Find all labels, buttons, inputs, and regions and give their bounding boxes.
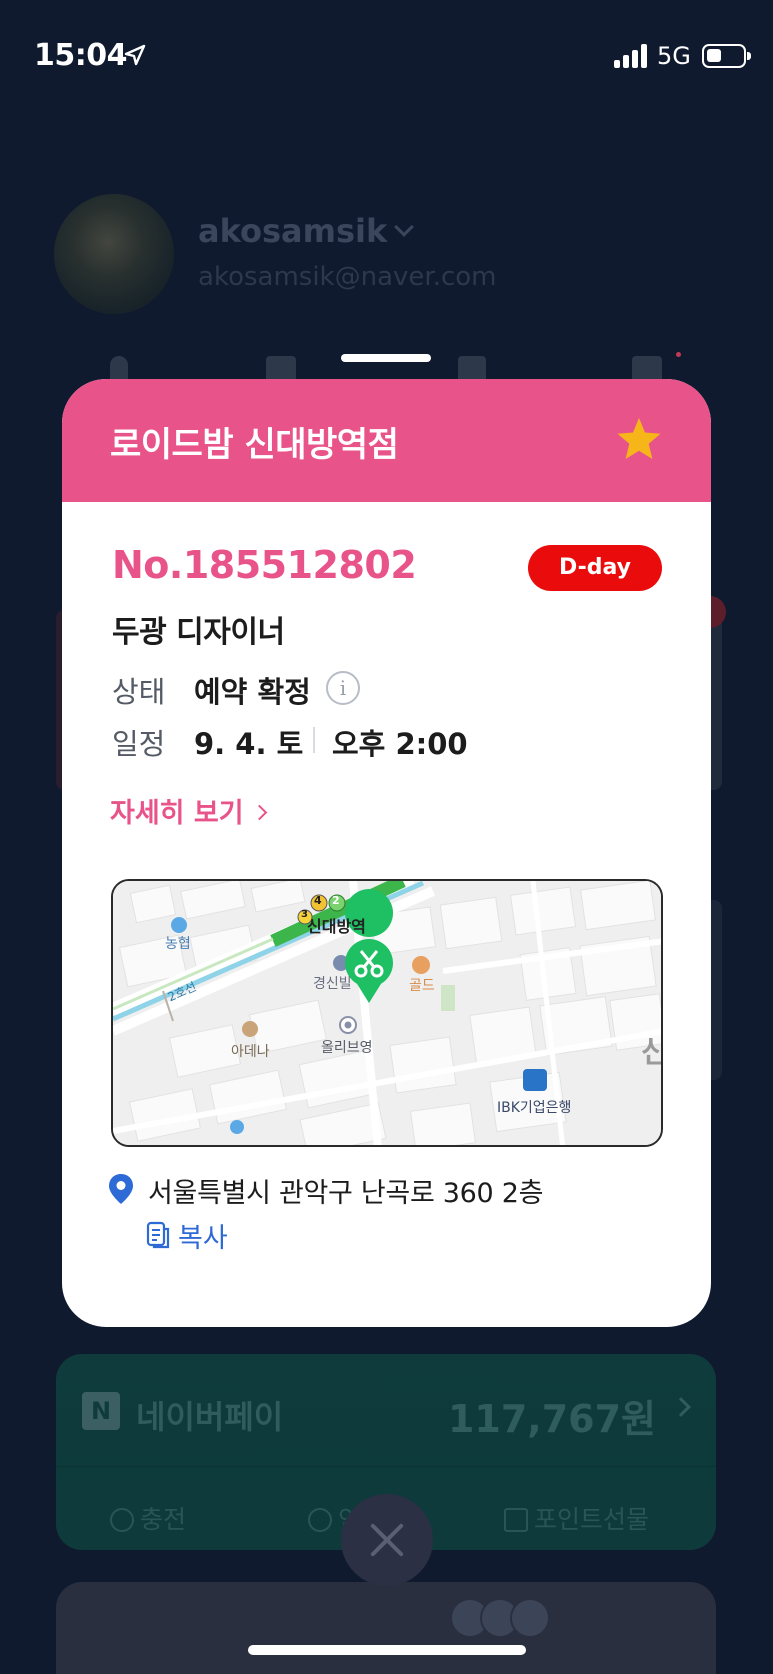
- schedule-time: 오후 2:00: [332, 727, 468, 761]
- divider: [56, 1466, 716, 1467]
- gift-icon: [504, 1508, 528, 1532]
- copy-icon: [146, 1221, 170, 1249]
- sheet-drag-handle[interactable]: [341, 354, 431, 362]
- shop-address: 서울특별시 관악구 난곡로 360 2층: [148, 1178, 544, 1209]
- map-label-adena: 아데나: [231, 1044, 270, 1060]
- copy-address-button[interactable]: 복사: [146, 1215, 228, 1255]
- order-number: No.185512802: [112, 543, 417, 587]
- close-button[interactable]: [341, 1494, 433, 1586]
- map-label-ibk: IBK기업은행: [497, 1100, 572, 1116]
- booking-card-header: 로이드밤 신대방역점: [62, 379, 711, 502]
- map-canvas: [113, 881, 661, 1145]
- star-icon[interactable]: [615, 415, 663, 463]
- chevron-right-icon: [251, 804, 267, 821]
- map-label-oliveyoung: 올리브영: [321, 1040, 373, 1056]
- copy-label: 복사: [178, 1222, 228, 1254]
- status-label: 상태: [112, 675, 166, 709]
- profile-email: akosamsik@naver.com: [198, 262, 497, 292]
- map-label-line2-badge: 2: [332, 894, 340, 907]
- schedule-date: 9. 4. 토: [194, 727, 304, 761]
- map-label-line4: 4: [314, 894, 322, 907]
- naverpay-amount: 117,767원: [447, 1397, 656, 1441]
- plus-circle-icon: [110, 1508, 134, 1532]
- notification-dot: [676, 352, 681, 357]
- location-map[interactable]: 신대방역 4 2 3 농협 2호선 경신빌 골드 아데나 올리브영 IBK기업은…: [111, 879, 663, 1147]
- profile-name: akosamsik: [198, 212, 415, 250]
- point-gift-button[interactable]: 포인트선물: [504, 1500, 649, 1536]
- arrow-circle-icon: [308, 1508, 332, 1532]
- chevron-down-icon: [394, 217, 415, 237]
- location-pin-icon: [109, 1174, 133, 1204]
- profile-username: akosamsik: [198, 212, 388, 250]
- status-value: 예약 확정: [194, 675, 311, 709]
- point-gift-label: 포인트선물: [534, 1505, 650, 1534]
- map-label-bank-nh: 농협: [165, 936, 191, 952]
- avatar-group: [450, 1598, 580, 1638]
- chevron-right-icon: [671, 1397, 691, 1417]
- schedule-label: 일정: [112, 727, 166, 761]
- info-icon[interactable]: i: [326, 671, 360, 705]
- shop-name: 로이드밤 신대방역점: [110, 425, 399, 465]
- charge-label: 충전: [140, 1505, 187, 1534]
- charge-button[interactable]: 충전: [110, 1500, 186, 1536]
- naverpay-title: 네이버페이: [136, 1398, 284, 1436]
- map-label-line3: 3: [301, 909, 308, 920]
- naverpay-logo: N: [82, 1392, 120, 1430]
- avatar: [54, 194, 174, 314]
- dday-badge: D-day: [528, 545, 662, 591]
- background-card: [56, 1582, 716, 1674]
- divider: [313, 727, 315, 753]
- map-label-kyungsin: 경신빌: [313, 976, 352, 992]
- view-details-link[interactable]: 자세히 보기: [110, 791, 267, 830]
- view-details-label: 자세히 보기: [110, 798, 244, 829]
- map-label-edge: 신: [641, 1027, 661, 1071]
- booking-card: 로이드밤 신대방역점 No.185512802 D-day 두광 디자이너 상태…: [62, 379, 711, 1327]
- map-label-gold: 골드: [409, 978, 435, 994]
- map-label-station: 신대방역: [307, 917, 366, 936]
- designer-name: 두광 디자이너: [112, 615, 285, 650]
- home-indicator: [248, 1645, 526, 1655]
